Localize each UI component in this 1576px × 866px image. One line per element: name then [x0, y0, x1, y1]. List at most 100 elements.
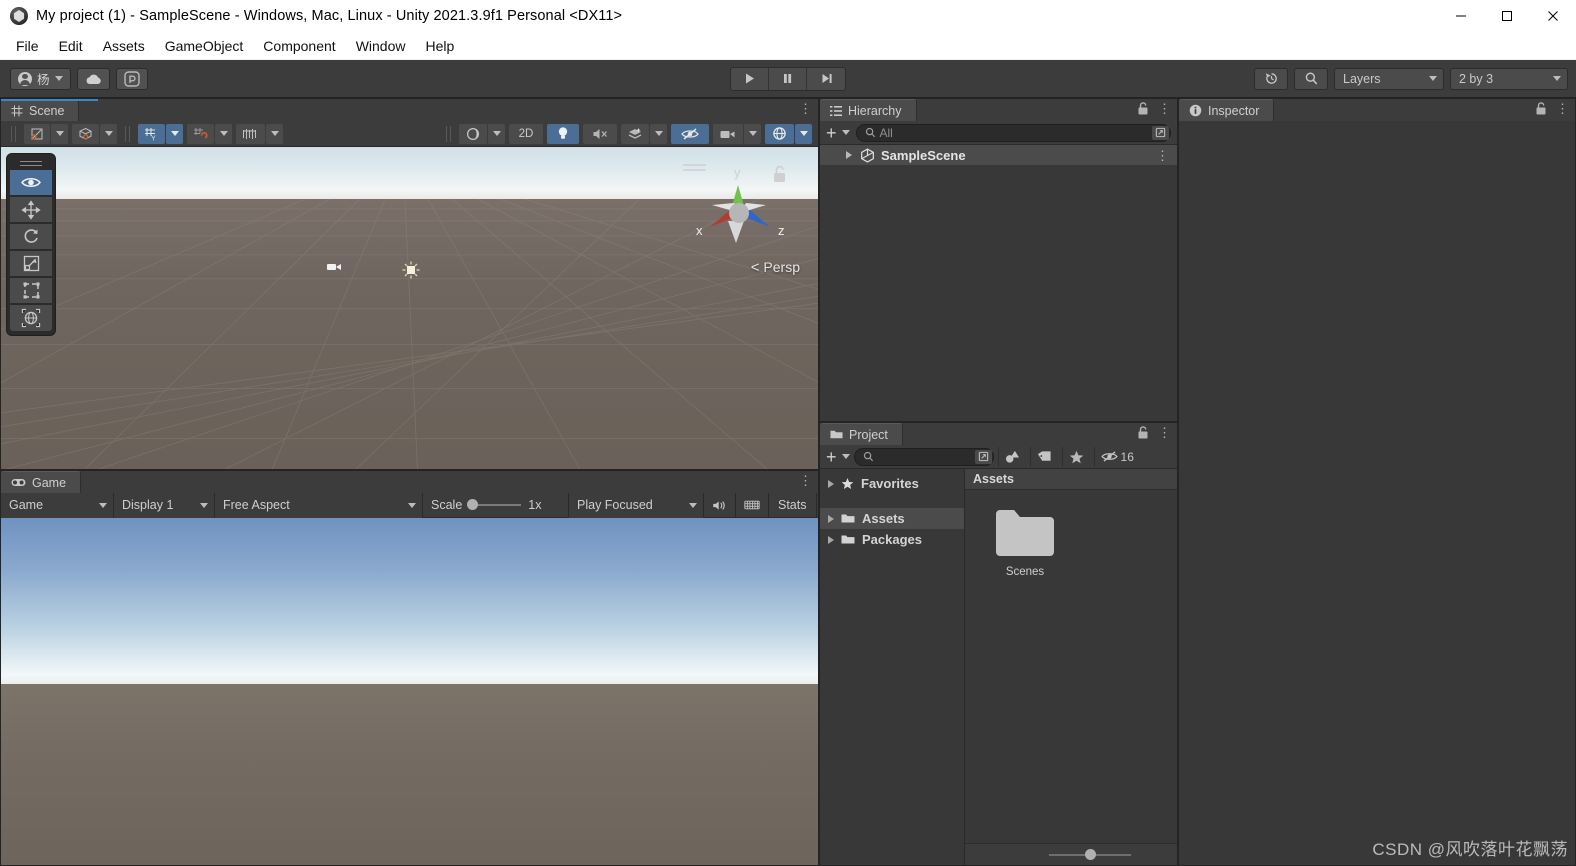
game-target-dropdown[interactable]: Game	[1, 492, 114, 518]
handle-dropdown[interactable]	[100, 123, 117, 144]
kebab-menu-icon[interactable]: ⋮	[799, 474, 812, 487]
project-add-button[interactable]: +	[826, 448, 850, 466]
scale-slider[interactable]: Scale 1x	[423, 492, 569, 518]
scene-viewport[interactable]: y x z < Persp	[1, 147, 818, 469]
move-tool[interactable]	[10, 197, 52, 223]
project-tree-favorites[interactable]: Favorites	[820, 473, 964, 494]
scale-thumb[interactable]	[467, 499, 479, 510]
grid-axis-button[interactable]: Y	[138, 123, 165, 144]
cloud-button[interactable]	[76, 67, 110, 90]
scene-audio-button[interactable]	[583, 123, 617, 144]
undo-history-button[interactable]	[1254, 67, 1288, 90]
close-icon[interactable]	[1530, 0, 1576, 32]
rotate-tool[interactable]	[10, 224, 52, 250]
kebab-menu-icon[interactable]: ⋮	[1158, 102, 1171, 115]
scene-projection-label[interactable]: < Persp	[751, 259, 800, 276]
chevron-right-icon[interactable]	[828, 535, 834, 544]
hierarchy-row-samplescene[interactable]: SampleScene ⋮	[820, 145, 1177, 165]
scene-effects-dropdown[interactable]	[650, 123, 667, 144]
draw-mode-dropdown[interactable]	[488, 123, 505, 144]
menu-help[interactable]: Help	[415, 35, 464, 57]
layout-dropdown[interactable]: 2 by 3	[1450, 67, 1568, 90]
chevron-right-icon[interactable]	[828, 479, 834, 488]
pivot-dropdown[interactable]	[51, 123, 68, 144]
gizmos-grid-button[interactable]	[736, 492, 769, 518]
project-visibility-button[interactable]: 16	[1093, 446, 1139, 467]
view-tool[interactable]	[10, 170, 52, 196]
hierarchy-add-button[interactable]: +	[826, 124, 850, 142]
tab-scene[interactable]: Scene	[1, 99, 80, 121]
play-button[interactable]	[731, 67, 769, 90]
kebab-menu-icon[interactable]: ⋮	[1556, 102, 1569, 115]
snap-increment-button[interactable]	[236, 123, 265, 144]
display-dropdown[interactable]: Display 1	[114, 492, 215, 518]
scene-camera-gizmo[interactable]	[325, 259, 345, 275]
scale-track[interactable]	[467, 499, 522, 510]
tab-game[interactable]: Game	[1, 471, 82, 493]
scene-orientation-gizmo[interactable]: y x z	[678, 155, 798, 275]
layers-dropdown[interactable]: Layers	[1334, 67, 1444, 90]
menu-file[interactable]: File	[6, 35, 49, 57]
asset-item-scenes[interactable]: Scenes	[987, 508, 1063, 578]
project-tree-packages[interactable]: Packages	[820, 529, 964, 550]
project-zoom-thumb[interactable]	[1085, 848, 1096, 860]
chevron-right-icon[interactable]	[828, 514, 834, 523]
scene-visibility-button[interactable]	[671, 123, 709, 144]
chevron-right-icon[interactable]	[846, 151, 852, 159]
snap-increment-dropdown[interactable]	[266, 123, 283, 144]
menu-window[interactable]: Window	[346, 35, 416, 57]
rect-tool[interactable]	[10, 278, 52, 304]
scene-light-gizmo[interactable]	[401, 260, 421, 280]
pivot-toggle-button[interactable]	[24, 123, 50, 144]
mute-audio-button[interactable]	[704, 492, 736, 518]
kebab-menu-icon[interactable]: ⋮	[1156, 149, 1169, 162]
draw-mode-button[interactable]	[459, 123, 487, 144]
palette-grip[interactable]	[10, 158, 52, 169]
scale-tool[interactable]	[10, 251, 52, 277]
menu-edit[interactable]: Edit	[49, 35, 93, 57]
scene-lighting-button[interactable]	[547, 123, 579, 144]
grid-snapping-dropdown[interactable]	[215, 123, 232, 144]
kebab-menu-icon[interactable]: ⋮	[1158, 426, 1171, 439]
playmode-dropdown[interactable]: Play Focused	[569, 492, 704, 518]
gizmos-dropdown[interactable]	[795, 123, 812, 144]
project-search-input[interactable]	[853, 447, 994, 466]
maximize-icon[interactable]	[1484, 0, 1530, 32]
minimize-icon[interactable]	[1438, 0, 1484, 32]
scene-effects-button[interactable]	[621, 123, 649, 144]
lock-icon[interactable]	[1535, 102, 1547, 115]
project-tree-assets[interactable]: Assets	[820, 508, 964, 529]
scene-camera-dropdown[interactable]	[744, 123, 761, 144]
pause-button[interactable]	[769, 67, 807, 90]
kebab-menu-icon[interactable]: ⋮	[799, 102, 812, 115]
tab-project[interactable]: Project	[820, 423, 903, 445]
lock-icon[interactable]	[1137, 102, 1149, 115]
account-button[interactable]: 杨	[10, 67, 71, 90]
aspect-dropdown[interactable]: Free Aspect	[215, 492, 423, 518]
handle-toggle-button[interactable]	[72, 123, 99, 144]
tab-inspector[interactable]: Inspector	[1179, 99, 1275, 121]
grid-axis-dropdown[interactable]	[166, 123, 183, 144]
scene-camera-button[interactable]	[713, 123, 743, 144]
menu-component[interactable]: Component	[253, 35, 345, 57]
filter-by-label-button[interactable]	[1029, 446, 1058, 467]
favorites-filter-button[interactable]	[1061, 446, 1090, 467]
menu-gameobject[interactable]: GameObject	[155, 35, 254, 57]
stats-button[interactable]: Stats	[769, 492, 817, 518]
transform-tool[interactable]	[10, 305, 52, 331]
game-viewport[interactable]	[1, 518, 818, 865]
project-zoom-slider[interactable]	[1049, 848, 1131, 860]
search-expand-icon[interactable]	[1152, 125, 1169, 140]
unity-services-button[interactable]	[115, 67, 148, 90]
lock-icon[interactable]	[1137, 426, 1149, 439]
tab-hierarchy[interactable]: Hierarchy	[820, 99, 917, 121]
hierarchy-search-input[interactable]: All	[855, 123, 1171, 142]
step-button[interactable]	[807, 68, 845, 90]
2d-toggle-button[interactable]: 2D	[509, 123, 543, 144]
filter-by-type-button[interactable]	[997, 446, 1026, 467]
menu-assets[interactable]: Assets	[93, 35, 155, 57]
search-expand-icon[interactable]	[974, 449, 992, 464]
grid-snapping-button[interactable]	[187, 123, 214, 144]
gizmos-button[interactable]	[765, 123, 794, 144]
search-button[interactable]	[1294, 67, 1328, 90]
